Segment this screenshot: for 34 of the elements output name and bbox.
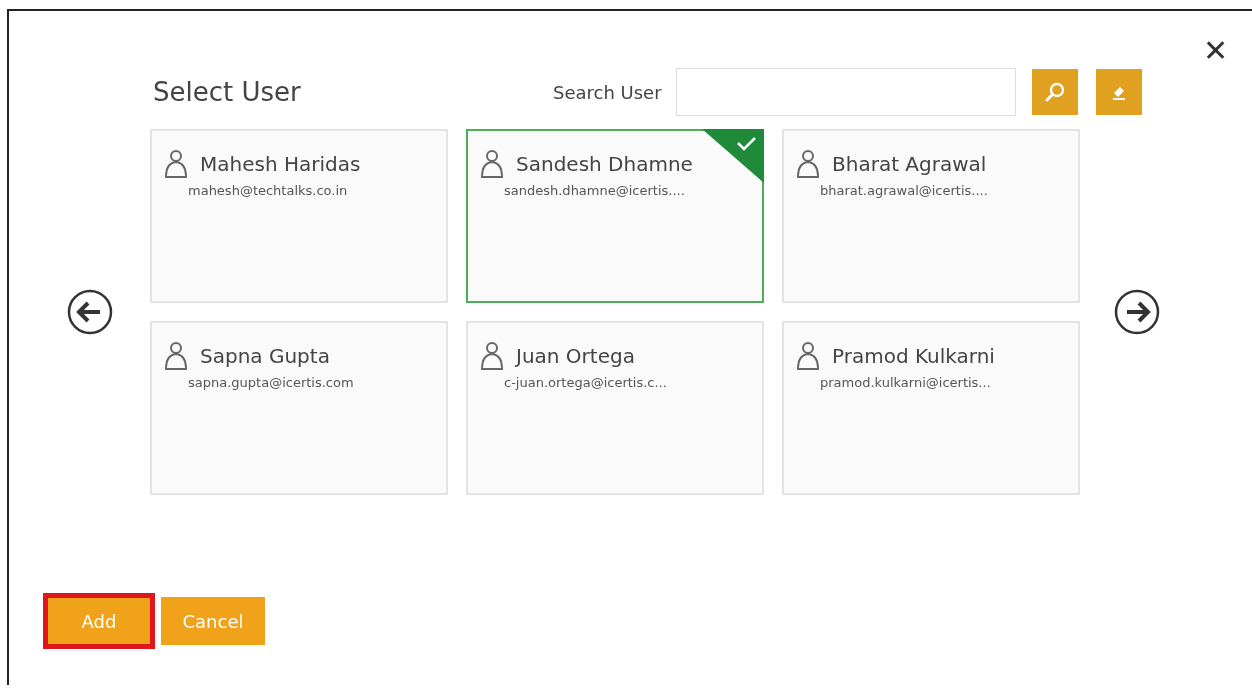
search-icon [1043,81,1066,103]
close-button[interactable]: ✕ [1203,33,1228,68]
user-icon [162,341,190,371]
clear-button[interactable] [1095,69,1142,115]
user-icon [794,149,822,179]
user-name: Bharat Agrawal [832,152,987,176]
user-name: Pramod Kulkarni [832,344,995,368]
next-button[interactable] [1114,289,1160,335]
user-icon [794,341,822,371]
user-name: Sapna Gupta [200,344,330,368]
user-card[interactable]: Sapna Gupta sapna.gupta@icertis.com [150,321,448,495]
user-email: pramod.kulkarni@icertis... [820,375,992,390]
user-email: mahesh@techtalks.co.in [188,183,349,198]
user-card[interactable]: Mahesh Haridas mahesh@techtalks.co.in [150,129,448,303]
user-email: sapna.gupta@icertis.com [188,375,355,390]
user-card[interactable]: Pramod Kulkarni pramod.kulkarni@icertis... [782,321,1080,495]
user-name: Mahesh Haridas [200,152,361,176]
user-name: Juan Ortega [516,344,635,368]
selected-check-icon [702,129,764,183]
user-icon [162,149,190,179]
user-email: c-juan.ortega@icertis.c... [504,375,668,390]
dialog-title: Select User [153,77,302,107]
user-card[interactable]: Sandesh Dhamne sandesh.dhamne@icertis.... [466,129,764,303]
user-icon [478,149,506,179]
search-field[interactable] [675,68,1016,116]
user-card[interactable]: Bharat Agrawal bharat.agrawal@icertis.... [782,129,1080,303]
user-name: Sandesh Dhamne [516,152,693,176]
user-card[interactable]: Juan Ortega c-juan.ortega@icertis.c... [466,321,764,495]
previous-button[interactable] [67,289,113,335]
user-email: bharat.agrawal@icertis.... [820,183,989,198]
user-email: sandesh.dhamne@icertis.... [504,183,686,198]
search-button[interactable] [1031,69,1078,115]
search-label: Search User [553,81,662,103]
user-icon [478,341,506,371]
